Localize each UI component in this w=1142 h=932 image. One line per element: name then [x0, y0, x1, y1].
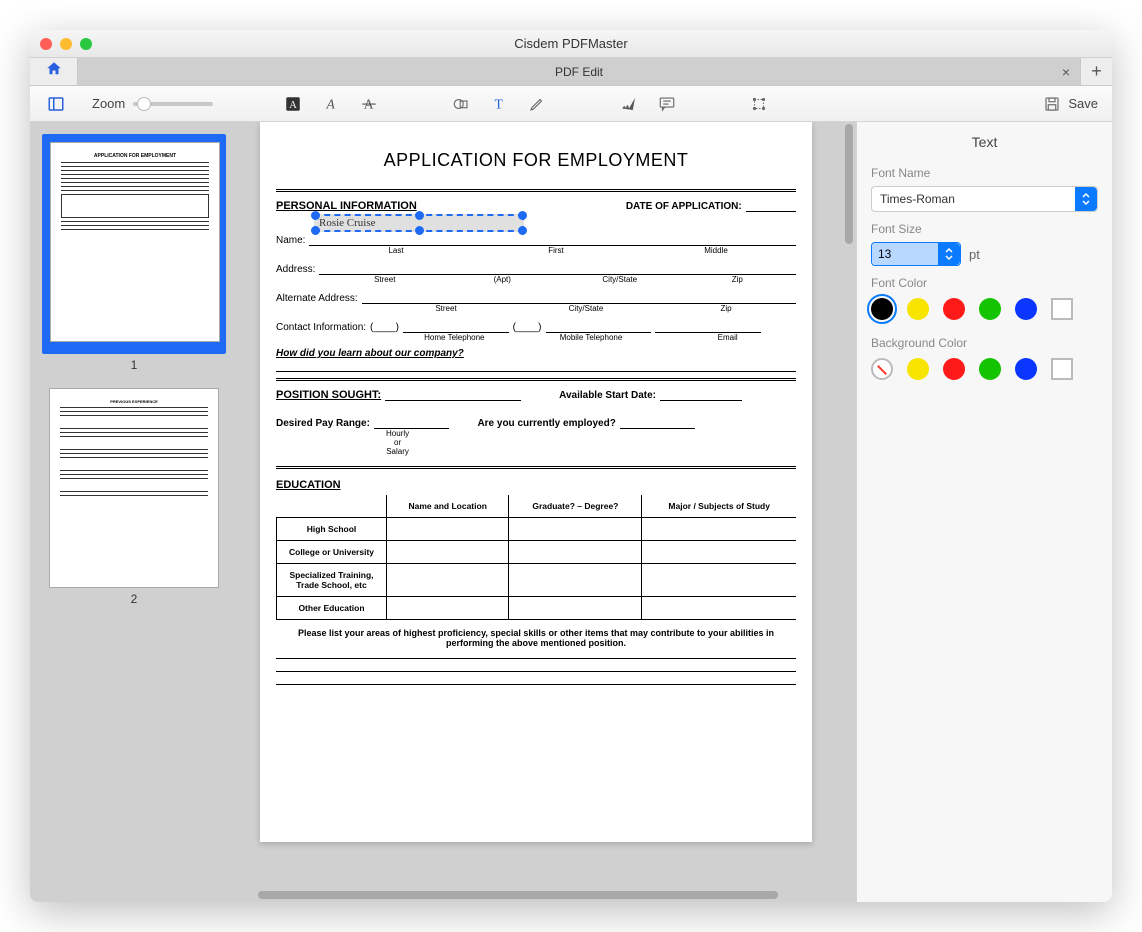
scrollbar-vertical[interactable]: [842, 122, 856, 902]
thumbnail-2[interactable]: PREVIOUS EXPERIENCE: [42, 388, 226, 588]
toolbar: Zoom A A A T Save: [30, 86, 1112, 122]
zoom-slider[interactable]: [133, 102, 213, 106]
color-swatch[interactable]: [979, 298, 1001, 320]
textbox-value: Rosie Cruise: [319, 217, 376, 229]
employed-label: Are you currently employed?: [477, 418, 615, 429]
thumbnail-1[interactable]: APPLICATION FOR EMPLOYMENT: [42, 134, 226, 354]
svg-text:A: A: [289, 99, 297, 110]
color-swatch[interactable]: [1015, 358, 1037, 380]
text-edit-icon[interactable]: A: [281, 92, 305, 116]
save-icon: [1040, 92, 1064, 116]
text-selection-box[interactable]: Rosie Cruise: [314, 214, 524, 232]
app-title: Cisdem PDFMaster: [30, 36, 1112, 51]
tab-close-icon[interactable]: ×: [1062, 64, 1070, 80]
doc-title: APPLICATION FOR EMPLOYMENT: [276, 150, 796, 171]
custom-color-button[interactable]: [1051, 298, 1073, 320]
zoom-thumb[interactable]: [137, 97, 151, 111]
comment-icon[interactable]: [655, 92, 679, 116]
strikethrough-icon[interactable]: A: [357, 92, 381, 116]
home-tab[interactable]: [30, 58, 78, 85]
crop-icon[interactable]: [747, 92, 771, 116]
font-name-select[interactable]: Times-Roman: [871, 186, 1098, 212]
font-size-select[interactable]: [871, 242, 961, 266]
font-color-label: Font Color: [871, 276, 1098, 290]
tab-document[interactable]: PDF Edit ×: [78, 58, 1080, 85]
thumb-label-2: 2: [42, 592, 226, 606]
address-label: Address:: [276, 264, 315, 275]
pdf-page[interactable]: APPLICATION FOR EMPLOYMENT PERSONAL INFO…: [260, 122, 812, 842]
signature-icon[interactable]: [617, 92, 641, 116]
bg-color-swatches: [871, 358, 1098, 380]
app-window: Cisdem PDFMaster PDF Edit × + Zoom A A A…: [30, 30, 1112, 902]
shape-icon[interactable]: [449, 92, 473, 116]
color-swatch[interactable]: [943, 298, 965, 320]
thumbnail-panel: APPLICATION FOR EMPLOYMENT 1 PREVIOUS EX…: [30, 122, 238, 902]
font-size-input[interactable]: [872, 243, 938, 265]
zoom-label: Zoom: [92, 96, 125, 111]
save-button[interactable]: Save: [1040, 92, 1098, 116]
sidebar-toggle-icon[interactable]: [44, 92, 68, 116]
section-personal: PERSONAL INFORMATION: [276, 200, 417, 212]
titlebar: Cisdem PDFMaster: [30, 30, 1112, 58]
custom-color-button[interactable]: [1051, 358, 1073, 380]
table-row: High School: [277, 518, 797, 541]
pay-range-label: Desired Pay Range:: [276, 418, 370, 429]
font-size-label: Font Size: [871, 222, 1098, 236]
name-label: Name:: [276, 235, 305, 246]
table-row: College or University: [277, 541, 797, 564]
properties-panel: Text Font Name Times-Roman Font Size pt …: [856, 122, 1112, 902]
tab-add-button[interactable]: +: [1080, 58, 1112, 85]
text-tool-icon[interactable]: T: [487, 92, 511, 116]
color-swatch[interactable]: [979, 358, 1001, 380]
table-row: Specialized Training, Trade School, etc: [277, 564, 797, 597]
font-name-label: Font Name: [871, 166, 1098, 180]
color-swatch[interactable]: [907, 358, 929, 380]
color-swatch[interactable]: [871, 358, 893, 380]
how-learn: How did you learn about our company?: [276, 348, 796, 359]
font-color-swatches: [871, 298, 1098, 320]
zoom-control: Zoom: [92, 96, 213, 111]
contact-label: Contact Information:: [276, 322, 366, 333]
color-swatch[interactable]: [871, 298, 893, 320]
thumb-label-1: 1: [42, 358, 226, 372]
italic-icon[interactable]: A: [319, 92, 343, 116]
save-label: Save: [1068, 96, 1098, 111]
alt-address-label: Alternate Address:: [276, 293, 358, 304]
chevron-down-icon: [938, 243, 960, 265]
chevron-down-icon: [1075, 187, 1097, 211]
color-swatch[interactable]: [907, 298, 929, 320]
svg-text:A: A: [326, 96, 336, 111]
tabbar: PDF Edit × +: [30, 58, 1112, 86]
date-app-label: DATE OF APPLICATION:: [626, 201, 742, 212]
svg-text:T: T: [495, 96, 504, 111]
font-name-value: Times-Roman: [872, 192, 1075, 206]
section-education: EDUCATION: [276, 479, 341, 491]
table-row: Other Education: [277, 597, 797, 620]
start-date-label: Available Start Date:: [559, 390, 656, 401]
color-swatch[interactable]: [943, 358, 965, 380]
proficiency-note: Please list your areas of highest profic…: [276, 620, 796, 656]
font-size-unit: pt: [969, 247, 980, 262]
tab-label: PDF Edit: [555, 65, 603, 79]
content-area: APPLICATION FOR EMPLOYMENT 1 PREVIOUS EX…: [30, 122, 1112, 902]
pencil-icon[interactable]: [525, 92, 549, 116]
section-position: POSITION SOUGHT:: [276, 389, 381, 401]
education-table: Name and Location Graduate? – Degree? Ma…: [276, 495, 796, 620]
panel-title: Text: [871, 134, 1098, 150]
color-swatch[interactable]: [1015, 298, 1037, 320]
scrollbar-horizontal[interactable]: [238, 888, 842, 902]
bg-color-label: Background Color: [871, 336, 1098, 350]
home-icon: [45, 60, 63, 83]
page-view: APPLICATION FOR EMPLOYMENT PERSONAL INFO…: [238, 122, 856, 902]
